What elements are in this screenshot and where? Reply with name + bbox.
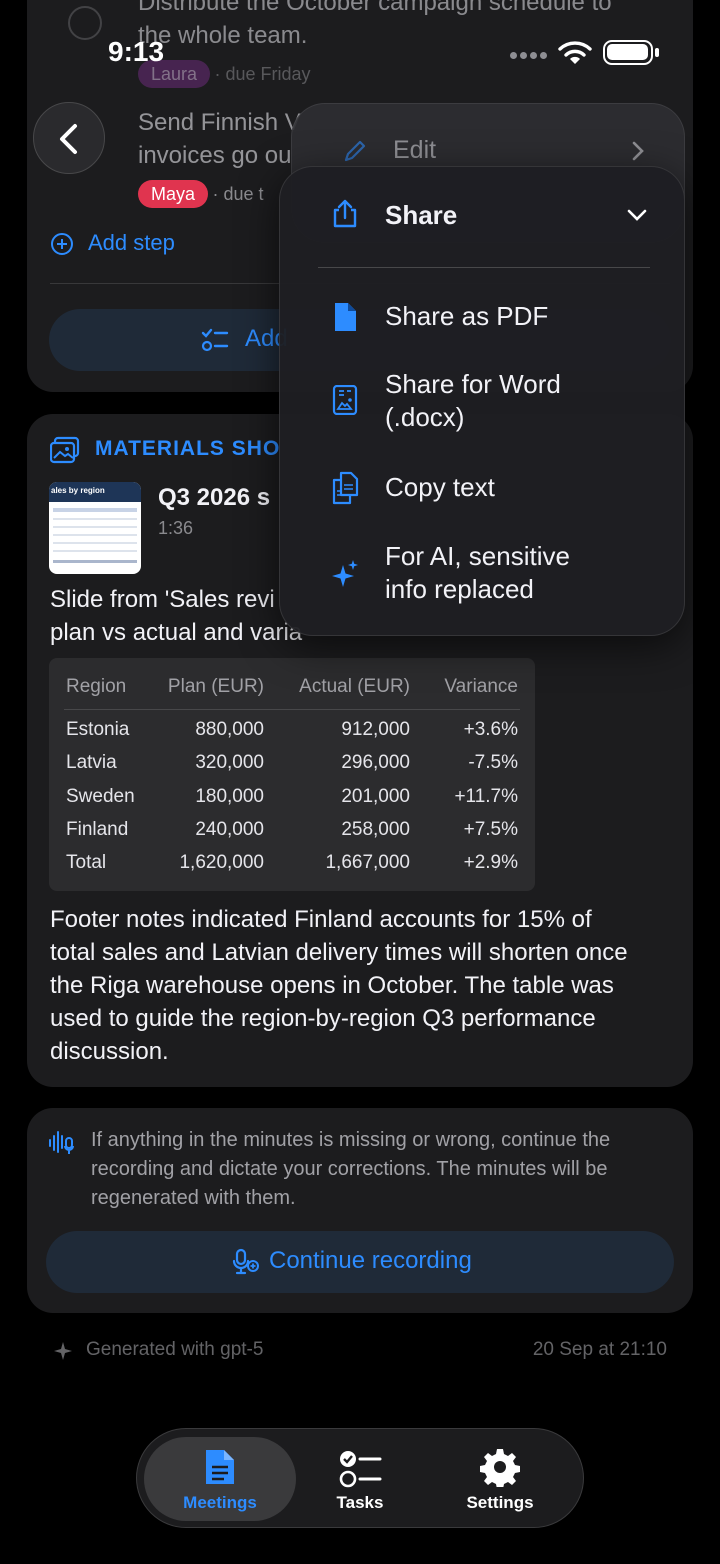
table-cell: 880,000 bbox=[195, 719, 264, 740]
menu-item-label-line1: For AI, sensitive bbox=[385, 541, 570, 571]
tab-tasks[interactable]: Tasks bbox=[284, 1437, 436, 1521]
continue-recording-label: Continue recording bbox=[269, 1247, 472, 1274]
back-button[interactable] bbox=[33, 102, 105, 174]
table-cell: 258,000 bbox=[341, 819, 410, 840]
checklist-icon bbox=[339, 1451, 382, 1488]
due-label: · due Friday bbox=[214, 64, 311, 84]
table-cell: 201,000 bbox=[341, 786, 410, 807]
task-checkbox[interactable] bbox=[68, 6, 102, 40]
thumbnail-title: ales by region bbox=[51, 486, 105, 495]
sparkle-icon bbox=[54, 1342, 72, 1360]
material-title[interactable]: Q3 2026 s bbox=[158, 484, 270, 512]
sparkle-icon bbox=[332, 560, 358, 587]
table-cell: 240,000 bbox=[195, 819, 264, 840]
correction-line: recording and dictate your corrections. … bbox=[91, 1158, 608, 1180]
battery-icon bbox=[603, 40, 653, 65]
footer-line: used to guide the region-by-region Q3 pe… bbox=[50, 1005, 596, 1032]
correction-line: regenerated with them. bbox=[91, 1187, 296, 1209]
table-cell: 1,667,000 bbox=[325, 852, 410, 873]
footer-line: discussion. bbox=[50, 1038, 169, 1065]
tab-label: Tasks bbox=[336, 1493, 384, 1512]
menu-item-label: Copy text bbox=[385, 472, 495, 502]
mic-plus-icon bbox=[232, 1248, 259, 1275]
cellular-dots-icon bbox=[510, 52, 548, 60]
materials-section-title: MATERIALS SHO bbox=[95, 437, 281, 460]
generated-timestamp: 20 Sep at 21:10 bbox=[532, 1339, 667, 1360]
word-doc-icon bbox=[332, 385, 358, 415]
material-time: 1:36 bbox=[158, 518, 194, 538]
chevron-down-icon bbox=[627, 209, 647, 221]
battery-tip bbox=[655, 48, 659, 57]
table-cell: +3.6% bbox=[463, 719, 518, 740]
chevron-left-icon bbox=[60, 124, 77, 154]
share-for-word-item[interactable]: Share for Word (.docx) bbox=[280, 365, 686, 437]
task-text-line1: Distribute the October campaign schedule… bbox=[138, 0, 612, 16]
footer-line: Footer notes indicated Finland accounts … bbox=[50, 906, 592, 933]
status-time: 9:13 bbox=[108, 36, 165, 67]
pdf-file-icon bbox=[335, 303, 356, 331]
footer-line: the Riga warehouse opens in October. The… bbox=[50, 972, 614, 999]
wifi-icon bbox=[558, 41, 592, 64]
material-desc-line1: Slide from 'Sales revi bbox=[50, 586, 275, 613]
document-icon bbox=[206, 1450, 234, 1484]
menu-divider bbox=[318, 267, 650, 268]
due-label: · due t bbox=[212, 184, 264, 204]
copy-text-item[interactable]: Copy text bbox=[280, 463, 686, 515]
tab-settings[interactable]: Settings bbox=[424, 1437, 576, 1521]
chevron-right-icon bbox=[632, 141, 644, 161]
table-cell: 180,000 bbox=[195, 786, 264, 807]
table-cell: 320,000 bbox=[195, 752, 264, 773]
edit-menu-label[interactable]: Edit bbox=[393, 136, 436, 165]
table-cell: 912,000 bbox=[341, 719, 410, 740]
table-cell: 1,620,000 bbox=[179, 852, 264, 873]
checklist-icon bbox=[201, 328, 229, 352]
menu-item-label: Share as PDF bbox=[385, 301, 549, 331]
table-cell: +11.7% bbox=[454, 786, 518, 807]
task-meta: Maya · due t bbox=[138, 180, 264, 208]
table-cell: -7.5% bbox=[468, 752, 518, 773]
menu-item-label-line2: info replaced bbox=[385, 574, 534, 604]
table-divider bbox=[64, 709, 520, 710]
tab-meetings[interactable]: Meetings bbox=[144, 1437, 296, 1521]
plus-circle-icon bbox=[51, 233, 73, 255]
copy-icon bbox=[332, 471, 359, 505]
footer-line: total sales and Latvian delivery times w… bbox=[50, 939, 628, 966]
tab-label: Settings bbox=[466, 1493, 534, 1512]
slide-thumbnail[interactable]: ales by region bbox=[49, 482, 141, 574]
generated-with-label: Generated with gpt-5 bbox=[86, 1339, 264, 1360]
task-text-line1: Send Finnish V bbox=[138, 109, 301, 136]
share-as-pdf-item[interactable]: Share as PDF bbox=[280, 292, 686, 344]
menu-item-label-line1: Share for Word bbox=[385, 369, 561, 399]
table-header-cell: Region bbox=[66, 676, 127, 697]
material-desc-line2: plan vs actual and varia bbox=[50, 619, 303, 646]
correction-text: If anything in the minutes is missing or… bbox=[91, 1126, 610, 1213]
share-menu: Share Share as PDF Share for Word (.docx… bbox=[279, 166, 685, 636]
share-menu-title: Share bbox=[385, 200, 458, 230]
table-cell: +2.9% bbox=[463, 852, 518, 873]
table-header-cell: Variance bbox=[444, 676, 518, 697]
assignee-chip[interactable]: Maya bbox=[138, 180, 209, 208]
table-header-cell: Plan (EUR) bbox=[167, 676, 264, 697]
menu-item-label-line2: (.docx) bbox=[385, 402, 465, 432]
waveform-mic-icon bbox=[49, 1131, 74, 1154]
tab-label: Meetings bbox=[183, 1493, 257, 1512]
continue-recording-button[interactable]: Continue recording bbox=[46, 1231, 674, 1293]
table-cell: 296,000 bbox=[341, 752, 410, 773]
for-ai-item[interactable]: For AI, sensitive info replaced bbox=[280, 537, 686, 609]
add-step-label: Add step bbox=[88, 230, 175, 255]
table-header-cell: Actual (EUR) bbox=[299, 676, 410, 697]
share-icon bbox=[333, 199, 357, 228]
correction-line: If anything in the minutes is missing or… bbox=[91, 1129, 611, 1151]
task-text-line2: invoices go ou bbox=[138, 142, 292, 169]
gear-icon bbox=[480, 1449, 520, 1487]
pencil-icon bbox=[344, 140, 366, 162]
images-icon bbox=[50, 436, 80, 464]
share-menu-header[interactable]: Share bbox=[280, 187, 686, 247]
tab-bar: Meetings Tasks Settings bbox=[136, 1428, 584, 1528]
table-cell: +7.5% bbox=[463, 819, 518, 840]
